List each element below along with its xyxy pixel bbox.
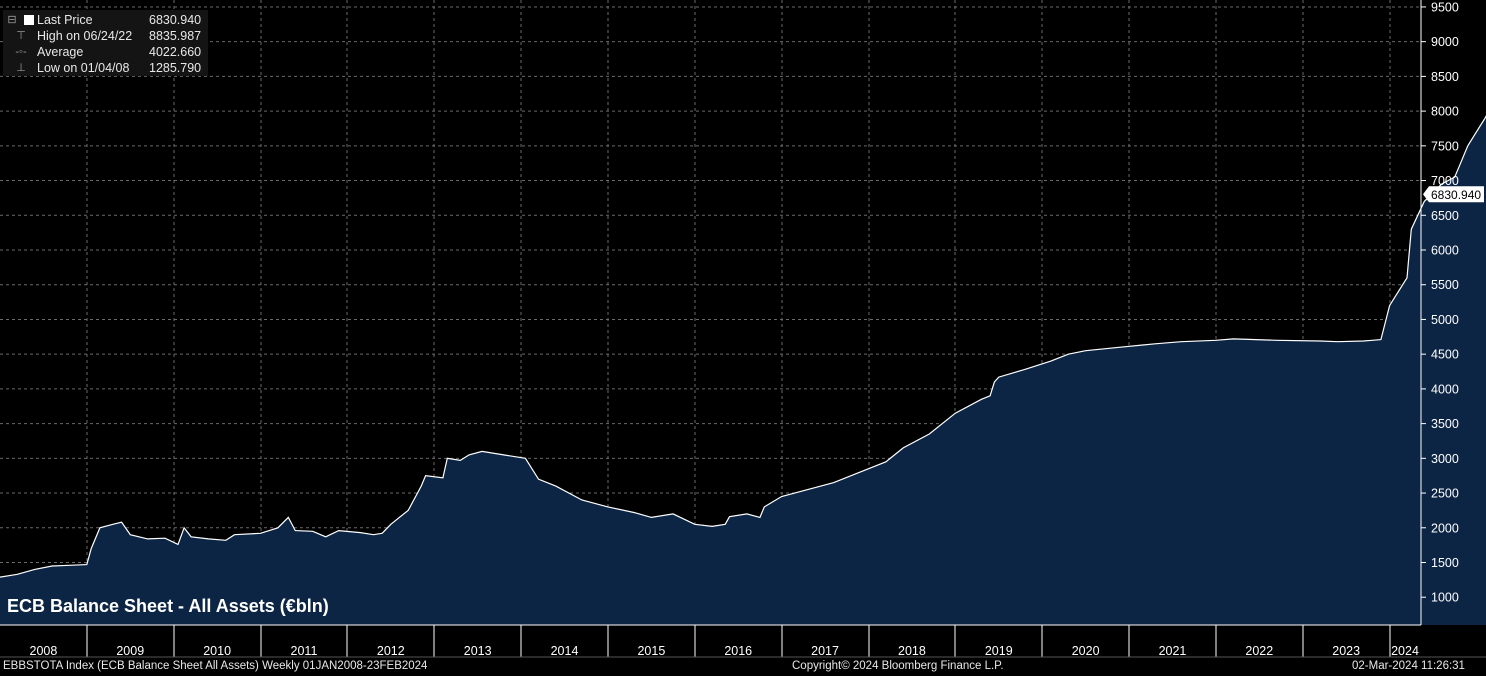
average-marker-icon: -◦-	[15, 46, 27, 58]
y-tick-label: 3000	[1431, 452, 1459, 466]
last-price-swatch-icon	[24, 15, 34, 25]
legend-row-average: -◦- Average 4022.660	[3, 44, 208, 60]
collapse-box-icon[interactable]: ⊟	[7, 12, 17, 28]
x-tick-label: 2008	[30, 644, 58, 658]
legend-label: High on 06/24/22	[37, 29, 133, 43]
legend-label: Average	[37, 45, 84, 59]
x-tick-label: 2023	[1332, 644, 1360, 658]
x-tick-label: 2011	[291, 644, 318, 658]
x-tick-label: 2017	[811, 644, 839, 658]
x-tick-label: 2010	[203, 644, 231, 658]
footer-ticker-info: EBBSTOTA Index (ECB Balance Sheet All As…	[3, 660, 428, 672]
x-tick-label: 2021	[1159, 644, 1187, 658]
high-marker-icon: ⊤	[16, 30, 26, 42]
x-tick-label: 2022	[1245, 644, 1273, 658]
y-tick-label: 9500	[1431, 0, 1459, 14]
y-tick-label: 7000	[1431, 174, 1459, 188]
x-tick-label: 2014	[551, 644, 579, 658]
last-value-tag: 6830.940	[1423, 186, 1484, 203]
x-tick-label: 2009	[116, 644, 144, 658]
x-tick-label: 2018	[898, 644, 926, 658]
y-tick-label: 5000	[1431, 313, 1459, 327]
y-tick-label: 4500	[1431, 348, 1459, 362]
footer-timestamp: 02-Mar-2024 11:26:31	[1352, 660, 1465, 672]
legend-row-low: ⊥ Low on 01/04/08 1285.790	[3, 60, 208, 76]
y-tick-label: 8000	[1431, 105, 1459, 119]
y-tick-label: 4000	[1431, 382, 1459, 396]
low-marker-icon: ⊥	[16, 62, 26, 74]
y-tick-label: 2000	[1431, 521, 1459, 535]
x-tick-label: 2024	[1391, 644, 1419, 658]
x-tick-label: 2020	[1072, 644, 1100, 658]
y-tick-label: 6500	[1431, 209, 1459, 223]
chart-canvas: 1000 1500 2000 2500 3000 3500 4000 4500 5000 5500…	[0, 0, 1486, 658]
y-tick-label: 2500	[1431, 487, 1459, 501]
y-tick-label: 1000	[1431, 591, 1459, 605]
series-area-fill	[0, 116, 1486, 625]
legend-value: 6830.940	[149, 13, 202, 27]
x-tick-label: 2013	[464, 644, 492, 658]
y-tick-label: 9000	[1431, 35, 1459, 49]
last-value-tag-text: 6830.940	[1431, 188, 1481, 202]
legend-value: 4022.660	[149, 45, 202, 59]
y-tick-label: 7500	[1431, 139, 1459, 153]
x-axis: 2008 2009 2010 2011 2012 2013 2014 2015 2016 2017…	[0, 624, 1486, 658]
x-tick-label: 2016	[724, 644, 752, 658]
x-tick-label: 2015	[637, 644, 665, 658]
y-tick-label: 1500	[1431, 556, 1459, 570]
chart-title: ECB Balance Sheet - All Assets (€bln)	[7, 596, 329, 616]
footer-copyright: Copyright© 2024 Bloomberg Finance L.P.	[792, 660, 1004, 672]
legend-row-last-price: ⊟ Last Price 6830.940	[3, 12, 208, 28]
legend-box: ⊟ Last Price 6830.940 ⊤ High on 06/24/22…	[3, 10, 208, 76]
y-tick-label: 8500	[1431, 70, 1459, 84]
x-tick-label: 2019	[985, 644, 1013, 658]
y-tick-label: 6000	[1431, 244, 1459, 258]
legend-label: Low on 01/04/08	[37, 61, 130, 75]
legend-value: 1285.790	[149, 61, 202, 75]
legend-row-high: ⊤ High on 06/24/22 8835.987	[3, 28, 208, 44]
legend-value: 8835.987	[149, 29, 202, 43]
y-tick-label: 3500	[1431, 417, 1459, 431]
legend-label: Last Price	[37, 13, 93, 27]
y-tick-label: 5500	[1431, 278, 1459, 292]
x-tick-label: 2012	[377, 644, 405, 658]
